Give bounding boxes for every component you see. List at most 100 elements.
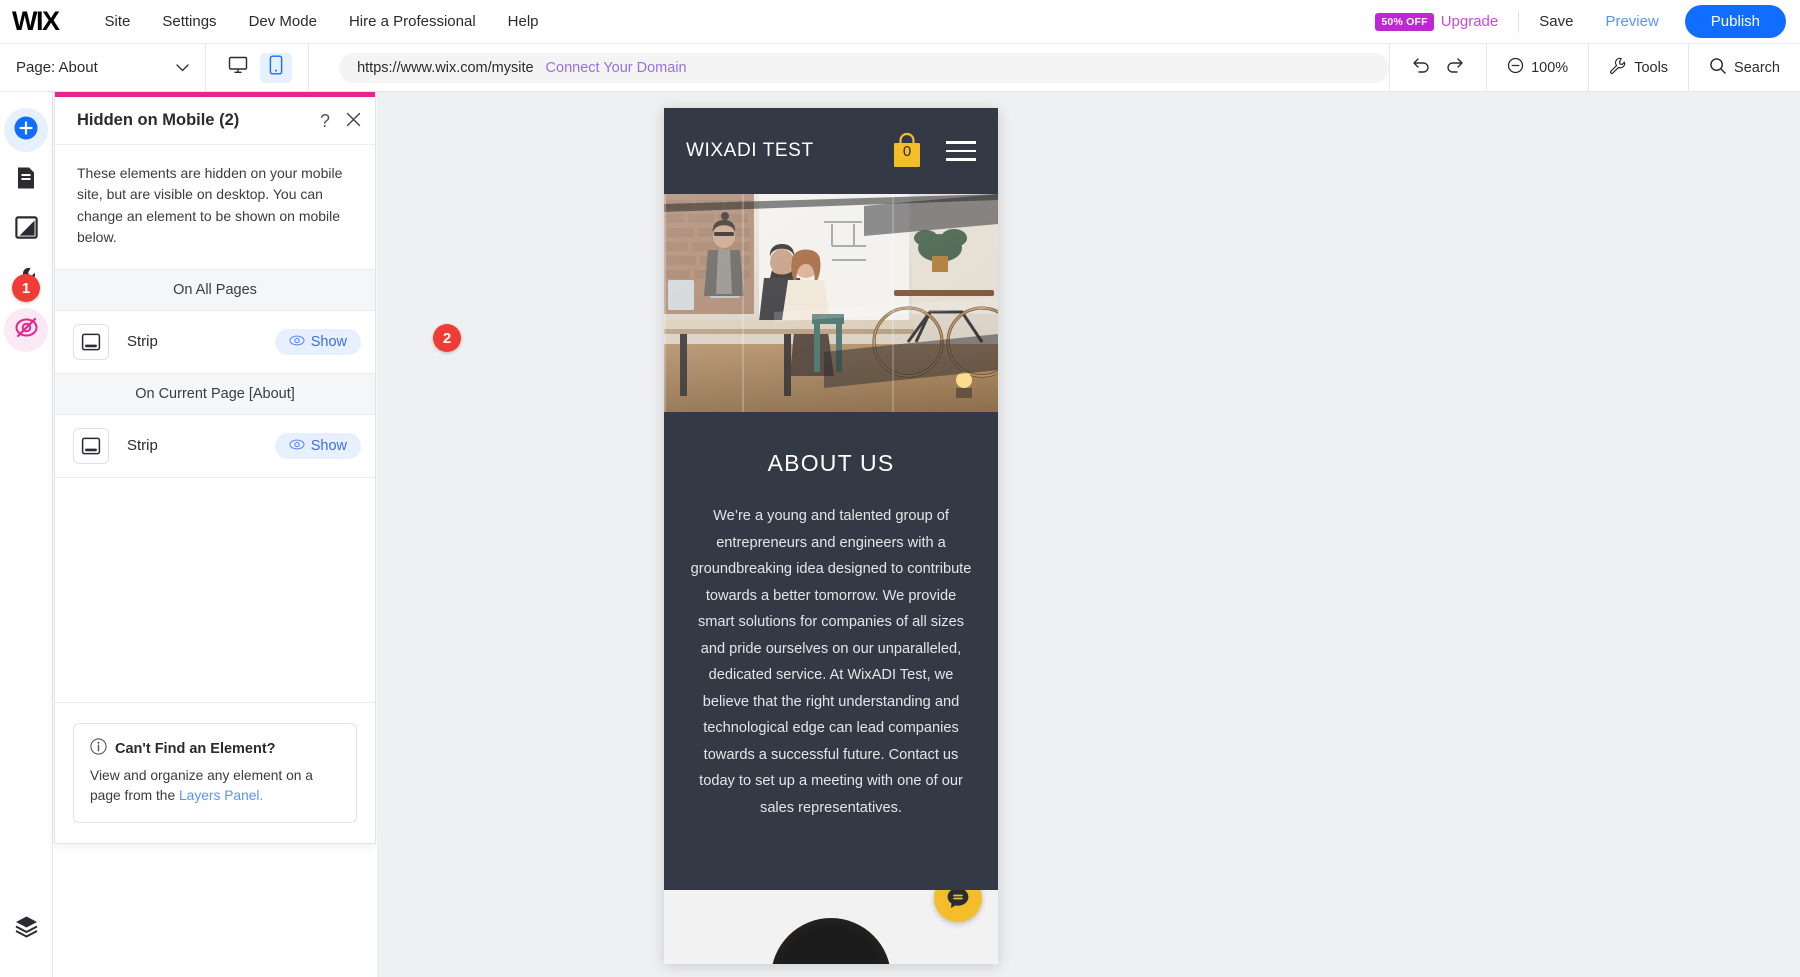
panel-title: Hidden on Mobile (2)	[77, 111, 240, 129]
editor-toolbar: Page: About https://www.wix.com/mysite C…	[0, 44, 1800, 92]
preview-site-header: WIXADI TEST 0	[664, 108, 998, 194]
question-mark-icon[interactable]: ?	[320, 112, 330, 130]
footer-photo	[771, 918, 891, 964]
zoom-level-label: 100%	[1531, 59, 1569, 76]
menu-item-site[interactable]: Site	[89, 7, 147, 36]
page-selector-label: Page: About	[16, 59, 98, 76]
tip-title-row: Can't Find an Element?	[90, 738, 340, 759]
hamburger-icon[interactable]	[946, 141, 976, 161]
search-group: Search	[1688, 44, 1800, 91]
history-group	[1389, 44, 1486, 91]
close-icon[interactable]	[346, 112, 361, 130]
hidden-element-row[interactable]: Strip Show	[55, 414, 375, 478]
search-button[interactable]: Search	[1709, 57, 1780, 79]
hero-image	[664, 194, 998, 412]
top-menu-bar: WIX Site Settings Dev Mode Hire a Profes…	[0, 0, 1800, 44]
tools-button[interactable]: Tools	[1609, 57, 1668, 79]
menu-item-help[interactable]: Help	[492, 7, 555, 36]
hidden-on-mobile-panel: Hidden on Mobile (2) ? These elements ar…	[54, 92, 376, 844]
site-url-text: https://www.wix.com/mysite	[357, 59, 534, 76]
tip-title: Can't Find an Element?	[115, 740, 276, 757]
wrench-icon	[1609, 57, 1627, 79]
panel-empty-space	[55, 477, 375, 703]
show-element-button[interactable]: Show	[274, 432, 361, 459]
mobile-view-button[interactable]	[260, 52, 293, 83]
strip-icon	[73, 323, 109, 360]
group-header-on-current-page: On Current Page [About]	[55, 373, 375, 415]
menu-item-settings[interactable]: Settings	[146, 7, 232, 36]
preview-button[interactable]: Preview	[1589, 7, 1674, 36]
zoom-control[interactable]: 100%	[1507, 57, 1568, 78]
mobile-icon	[269, 55, 283, 80]
hidden-eye-icon	[14, 315, 39, 345]
design-icon	[14, 216, 38, 244]
left-toolbar	[0, 92, 53, 977]
about-section: ABOUT US We’re a young and talented grou…	[664, 412, 998, 890]
chevron-down-icon	[176, 61, 189, 75]
cart-count: 0	[902, 143, 912, 160]
shopping-bag-icon[interactable]: 0	[890, 132, 924, 170]
hidden-element-label: Strip	[127, 333, 158, 351]
eye-icon	[289, 438, 305, 454]
preview-site-name: WIXADI TEST	[686, 140, 814, 161]
sidebar-item-site-design[interactable]	[4, 208, 48, 252]
site-url-bar[interactable]: https://www.wix.com/mysite Connect Your …	[339, 52, 1390, 83]
layers-panel-link[interactable]: Layers Panel.	[179, 788, 263, 803]
layers-icon	[14, 914, 39, 944]
show-element-button[interactable]: Show	[274, 328, 361, 355]
annotation-badge-2: 2	[433, 324, 461, 352]
view-mode-switcher	[206, 44, 310, 91]
search-icon	[1709, 57, 1727, 79]
plus-circle-icon	[13, 115, 39, 146]
toolbar-right-group: 100% Tools Search	[1389, 44, 1800, 91]
promo-badge: 50% OFF	[1375, 12, 1434, 31]
chat-bubble-icon[interactable]	[934, 890, 982, 922]
sidebar-item-layers[interactable]	[4, 907, 48, 951]
page-selector[interactable]: Page: About	[0, 44, 207, 91]
save-button[interactable]: Save	[1523, 7, 1589, 36]
show-label: Show	[310, 333, 347, 350]
preview-header-actions: 0	[890, 132, 976, 170]
redo-icon[interactable]	[1445, 56, 1466, 79]
top-bar-actions: 50% OFF Upgrade Save Preview Publish	[1375, 5, 1800, 38]
undo-icon[interactable]	[1410, 56, 1431, 79]
desktop-view-button[interactable]	[222, 53, 254, 83]
hidden-element-row[interactable]: Strip Show	[55, 310, 375, 374]
page-icon	[15, 166, 37, 195]
connect-domain-link[interactable]: Connect Your Domain	[546, 60, 687, 76]
sidebar-item-pages[interactable]	[4, 158, 48, 202]
wix-logo[interactable]: WIX	[12, 6, 60, 37]
menu-item-dev-mode[interactable]: Dev Mode	[233, 7, 333, 36]
annotation-badge-1: 1	[12, 274, 40, 302]
eye-icon	[289, 334, 305, 350]
cant-find-element-tip: Can't Find an Element? View and organize…	[73, 723, 357, 823]
strip-icon	[73, 427, 109, 464]
mobile-preview-frame: WIXADI TEST 0 ABOUT US We’re a young and…	[664, 108, 998, 964]
search-label: Search	[1734, 59, 1780, 76]
panel-header: Hidden on Mobile (2) ?	[55, 97, 375, 145]
panel-header-actions: ?	[320, 112, 361, 130]
divider	[1518, 10, 1520, 33]
publish-button[interactable]: Publish	[1684, 5, 1786, 38]
zoom-group: 100%	[1486, 44, 1588, 91]
tools-group: Tools	[1588, 44, 1688, 91]
tools-label: Tools	[1634, 59, 1669, 76]
office-photo	[664, 194, 998, 412]
info-icon	[90, 738, 107, 759]
tip-body: View and organize any element on a page …	[90, 766, 340, 806]
desktop-icon	[228, 56, 248, 79]
editor-canvas: WIXADI TEST 0 ABOUT US We’re a young and…	[377, 92, 1800, 977]
show-label: Show	[310, 437, 347, 454]
about-body: We’re a young and talented group of entr…	[690, 508, 972, 817]
panel-description: These elements are hidden on your mobile…	[55, 145, 375, 270]
zoom-out-icon[interactable]	[1507, 57, 1524, 78]
hidden-element-label: Strip	[127, 437, 158, 455]
top-menu: Site Settings Dev Mode Hire a Profession…	[89, 7, 555, 36]
upgrade-link[interactable]: Upgrade	[1441, 13, 1499, 30]
sidebar-item-hidden-elements[interactable]	[4, 308, 48, 352]
menu-item-hire-a-professional[interactable]: Hire a Professional	[333, 7, 492, 36]
about-title: ABOUT US	[767, 450, 895, 476]
group-header-on-all-pages: On All Pages	[55, 269, 375, 311]
preview-footer-section	[664, 890, 998, 964]
sidebar-item-add-elements[interactable]	[4, 108, 48, 152]
